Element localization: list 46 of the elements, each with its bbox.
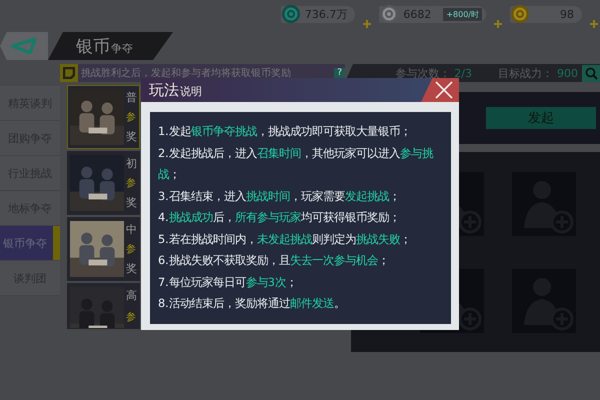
- dialog-subtitle: 说明: [180, 84, 202, 100]
- sidebar-item[interactable]: 银币争夺: [0, 226, 60, 261]
- attempts-count: 2/3: [454, 66, 472, 80]
- attempts-label: 参与次数：: [395, 66, 450, 80]
- plus-icon[interactable]: [590, 20, 598, 28]
- close-icon: [435, 81, 453, 99]
- rule-text: 2.发起挑战后，进入召集时间，其他玩家可以进入参与挑战；: [158, 146, 434, 183]
- back-icon: [11, 38, 37, 54]
- income-rate: +800/时: [443, 8, 482, 20]
- power-value: 900: [557, 66, 578, 80]
- start-button[interactable]: 发起: [486, 107, 596, 129]
- event-card[interactable]: 高 参: [67, 283, 140, 329]
- plus-icon[interactable]: [363, 20, 372, 28]
- event-participation: 参: [126, 242, 137, 256]
- rule-text: 6.挑战失败不获取奖励，且失去一次参与机会；: [158, 253, 390, 269]
- plus-icon[interactable]: [494, 20, 502, 28]
- event-participation: 参: [126, 310, 137, 324]
- search-icon: [584, 66, 598, 80]
- event-card[interactable]: 中 参 奖: [67, 217, 140, 281]
- rule-text: 8.活动结束后，奖励将通过邮件发送。: [158, 296, 346, 312]
- rule-text: 4.挑战成功后，所有参与玩家均可获得银币奖励；: [158, 210, 401, 226]
- dialog-title: 玩法: [149, 80, 179, 100]
- event-reward: 奖: [126, 261, 137, 276]
- event-title: 普: [126, 90, 137, 105]
- page-title: 银币: [76, 36, 110, 59]
- event-title: 高: [126, 288, 137, 303]
- notice-icon: [63, 67, 75, 79]
- event-card[interactable]: 普 参 奖: [67, 85, 140, 149]
- event-participation: 参: [126, 176, 137, 190]
- rule-text: 5.若在挑战时间内，未发起挑战则判定为挑战失败；: [158, 232, 412, 248]
- help-badge[interactable]: ?: [334, 68, 345, 78]
- event-reward: 奖: [126, 129, 137, 144]
- event-card[interactable]: 初 参 奖: [67, 151, 140, 215]
- back-button[interactable]: [0, 32, 48, 60]
- event-title: 中: [126, 222, 137, 237]
- rule-text: 3.召集结束，进入挑战时间，玩家需要发起挑战；: [158, 188, 401, 204]
- rule-text: 1.发起银币争夺挑战，挑战成功即可获取大量银币；: [158, 124, 412, 140]
- event-reward: 奖: [126, 195, 137, 210]
- page-subtitle: 争夺: [111, 41, 133, 57]
- event-title: 初: [126, 156, 137, 171]
- search-button[interactable]: [582, 64, 600, 82]
- rule-text: 7.每位玩家每日可参与3次；: [158, 274, 298, 290]
- event-participation: 参: [126, 110, 137, 124]
- notice-text: 挑战胜利之后，发起和参与者均将获取银币奖励: [81, 66, 292, 80]
- close-button[interactable]: [421, 78, 459, 102]
- power-label: 目标战力：: [498, 66, 553, 80]
